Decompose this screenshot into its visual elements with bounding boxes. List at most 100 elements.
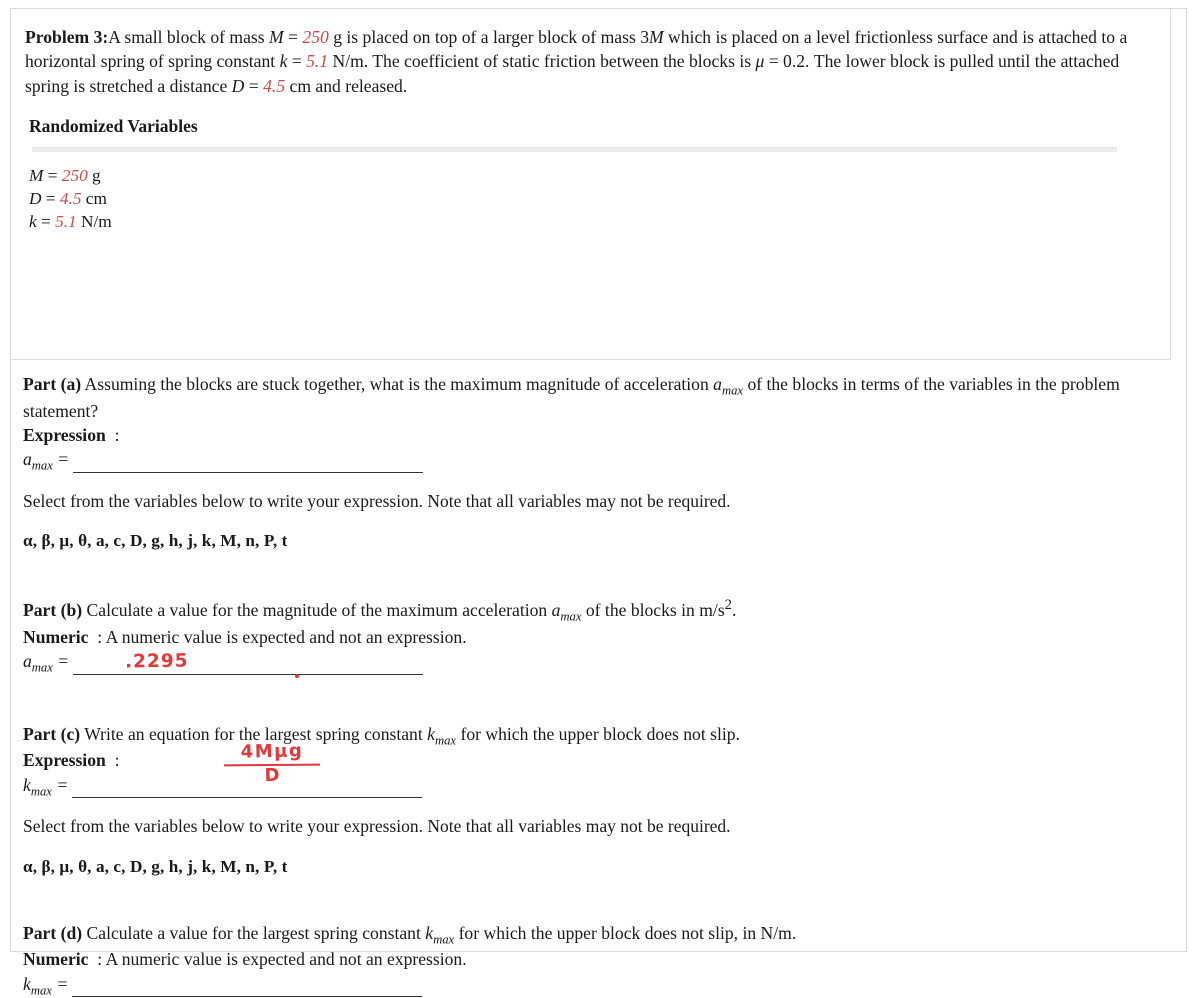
part-c-answer-input[interactable]: 4Mμg D: [72, 741, 423, 799]
variable-equals: =: [36, 211, 56, 231]
assignment-page: Problem 3:A small block of mass M = 250 …: [10, 8, 1187, 998]
problem-mass-symbol: M: [269, 27, 284, 47]
part-c-question-text-1: Write an equation for the largest spring…: [80, 723, 428, 744]
part-c-answer-var: k: [23, 775, 31, 796]
problem-text-1: A small block of mass: [108, 27, 270, 47]
part-c-block: Part (c) Write an equation for the large…: [23, 723, 1174, 877]
parts-container: Part (a) Assuming the blocks are stuck t…: [11, 361, 1186, 998]
part-c-answer-var-subscript: max: [30, 784, 52, 799]
part-d-equals: =: [56, 974, 69, 995]
part-b-question: Part (b) Calculate a value for the magni…: [23, 596, 1174, 626]
part-c-label: Part (c): [23, 723, 81, 744]
variable-value: 250: [61, 165, 88, 185]
randomized-variables-list: M = 250 g D = 4.5 cm k = 5.1 N/m: [25, 164, 1156, 233]
problem-mass-value: 250: [302, 27, 329, 47]
problem-mu-symbol: μ: [755, 51, 765, 72]
part-d-answer-type: Numeric: [23, 949, 89, 970]
problem-mu-value: 0.2: [783, 51, 806, 72]
variable-unit: N/m: [76, 211, 112, 231]
part-a-block: Part (a) Assuming the blocks are stuck t…: [23, 373, 1174, 551]
part-b-variable-subscript: max: [560, 609, 582, 624]
part-b-question-exponent: 2: [724, 597, 732, 614]
part-c-variable-palette[interactable]: α, β, μ, θ, a, c, D, g, h, j, k, M, n, P…: [23, 857, 1174, 877]
part-d-question-text-2: for which the upper block does not slip,…: [454, 922, 797, 943]
part-c-equals: =: [56, 775, 69, 796]
part-a-equals: =: [57, 449, 70, 470]
part-a-answer-label: amax =: [23, 449, 73, 473]
part-d-colon: : A numeric value is expected and not an…: [97, 949, 467, 970]
part-d-answer-label: kmax =: [23, 974, 72, 998]
part-b-question-text-3: .: [732, 599, 737, 620]
part-b-answer-label: amax =: [23, 651, 73, 675]
problem-d-symbol: D: [231, 75, 245, 96]
part-a-answer-type-row: Expression :: [23, 424, 1174, 448]
part-c-question-text-2: for which the upper block does not slip.: [456, 723, 740, 744]
part-d-question-text-1: Calculate a value for the largest spring…: [82, 922, 426, 943]
variable-equals: =: [41, 188, 60, 208]
problem-eq-4: =: [244, 75, 264, 96]
problem-eq-1: =: [283, 27, 303, 47]
part-a-variable-subscript: max: [721, 383, 744, 398]
part-d-answer-input[interactable]: [72, 976, 423, 998]
problem-label: Problem 3:: [25, 27, 109, 47]
part-a-label: Part (a): [23, 374, 82, 394]
problem-text-6: cm and released.: [285, 75, 408, 96]
part-c-colon: :: [114, 750, 120, 771]
part-c-variable-subscript: max: [434, 733, 457, 748]
problem-statement-text: Problem 3:A small block of mass M = 250 …: [25, 25, 1145, 98]
part-b-answer-var-subscript: max: [31, 660, 53, 675]
variable-value: 5.1: [55, 211, 77, 231]
variable-name: D: [29, 188, 42, 208]
part-d-label: Part (d): [23, 922, 83, 943]
part-a-question-text-1: Assuming the blocks are stuck together, …: [81, 374, 714, 394]
part-a-variable-palette[interactable]: α, β, μ, θ, a, c, D, g, h, j, k, M, n, P…: [23, 531, 1174, 551]
randomized-variable-row: M = 250 g: [29, 164, 1156, 187]
part-c-question: Part (c) Write an equation for the large…: [23, 723, 1174, 750]
part-b-answer-input[interactable]: .2295: [73, 650, 424, 678]
variable-name: M: [29, 165, 44, 185]
part-b-colon: : A numeric value is expected and not an…: [97, 626, 467, 647]
part-a-variable: a: [713, 374, 722, 394]
variable-unit: g: [87, 165, 101, 185]
part-d-answer-type-row: Numeric : A numeric value is expected an…: [23, 948, 1174, 972]
variable-equals: =: [43, 165, 62, 185]
variable-value: 4.5: [59, 188, 82, 208]
part-b-answer-var: a: [23, 651, 32, 672]
part-d-answer-var: k: [23, 974, 31, 995]
problem-text-4: N/m. The coefficient of static friction …: [328, 51, 756, 72]
part-b-question-text-1: Calculate a value for the magnitude of t…: [82, 599, 552, 620]
part-d-variable-subscript: max: [433, 932, 455, 947]
part-b-block: Part (b) Calculate a value for the magni…: [23, 596, 1174, 678]
problem-d-value: 4.5: [263, 75, 286, 96]
randomized-variables-heading: Randomized Variables: [29, 115, 198, 136]
part-c-answer-row: kmax = 4Mμg D: [23, 741, 1174, 799]
part-a-answer-var: a: [23, 449, 32, 470]
part-b-answer-type-row: Numeric : A numeric value is expected an…: [23, 626, 1174, 650]
part-a-select-note: Select from the variables below to write…: [23, 490, 731, 511]
part-b-handwritten-answer: .2295: [125, 650, 189, 673]
part-d-answer-var-subscript: max: [30, 983, 52, 998]
randomized-variable-row: k = 5.1 N/m: [29, 210, 1156, 233]
problem-eq-3: =: [764, 51, 784, 72]
part-d-answer-row: kmax =: [23, 973, 1174, 998]
part-c-answer-type-row: Expression :: [23, 749, 1174, 773]
problem-text-2: g is placed on top of a larger block of …: [328, 27, 649, 47]
part-c-answer-label: kmax =: [23, 775, 72, 799]
part-a-colon: :: [114, 424, 120, 445]
part-c-select-note: Select from the variables below to write…: [23, 816, 731, 837]
randomized-variable-row: D = 4.5 cm: [29, 187, 1156, 210]
part-d-variable: k: [425, 922, 434, 943]
part-c-answer-type: Expression: [23, 750, 106, 771]
part-c-variable: k: [427, 723, 435, 744]
part-b-answer-type: Numeric: [23, 626, 89, 647]
part-a-answer-input[interactable]: [73, 452, 424, 473]
variable-unit: cm: [81, 188, 107, 208]
part-b-answer-row: amax = .2295: [23, 650, 1174, 678]
problem-mass-symbol-2: M: [649, 27, 664, 47]
part-a-answer-var-subscript: max: [31, 458, 53, 473]
problem-eq-2: =: [287, 51, 307, 72]
